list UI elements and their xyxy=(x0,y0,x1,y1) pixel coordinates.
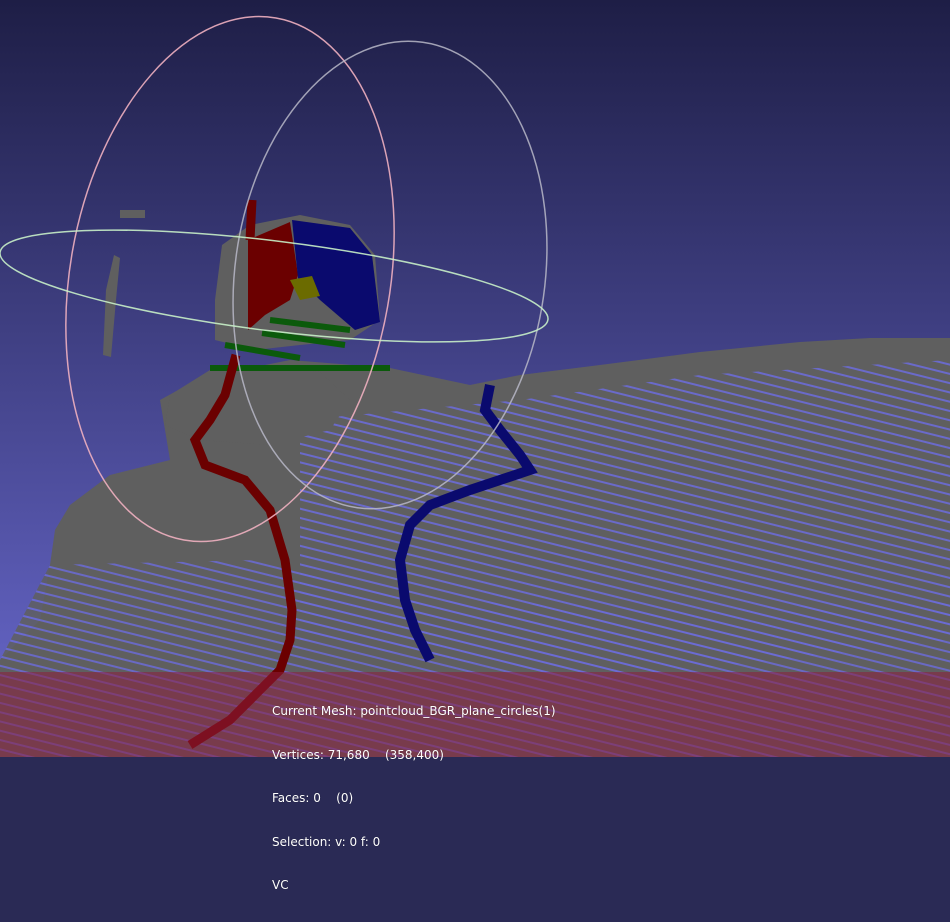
point-cloud-scene[interactable] xyxy=(0,0,950,757)
render-mode-label: VC xyxy=(272,878,289,892)
faces-count: Faces: 0 (0) xyxy=(272,791,354,805)
vertices-count: Vertices: 71,680 (358,400) xyxy=(272,747,444,762)
current-mesh-label: Current Mesh: pointcloud_BGR_plane_circl… xyxy=(272,704,556,718)
point-cloud-fragment xyxy=(120,210,145,218)
3d-viewport[interactable]: Current Mesh: pointcloud_BGR_plane_circl… xyxy=(0,0,950,892)
selection-count: Selection: v: 0 f: 0 xyxy=(272,834,381,849)
mesh-info-text: Current Mesh: pointcloud_BGR_plane_circl… xyxy=(272,675,556,922)
